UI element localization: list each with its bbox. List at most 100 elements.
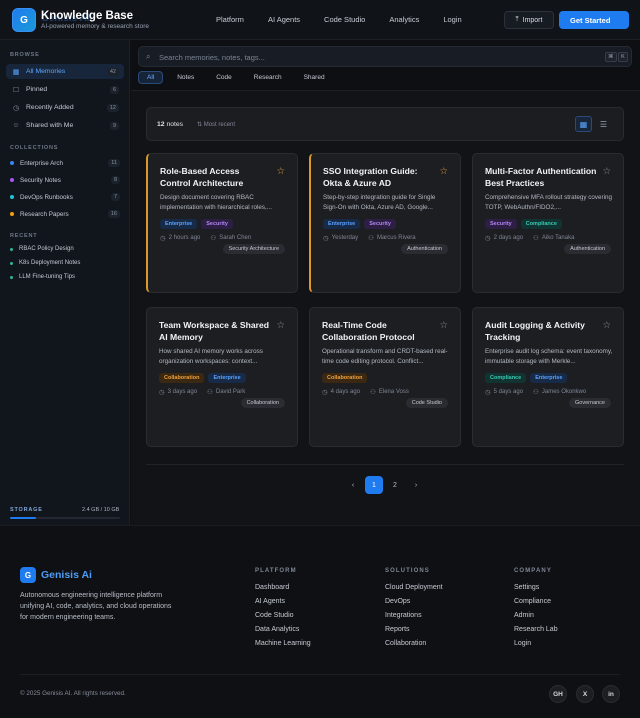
star-icon[interactable]: ☆ bbox=[439, 166, 448, 177]
star-icon[interactable]: ☆ bbox=[602, 320, 611, 331]
footer-link[interactable]: Reports bbox=[385, 626, 443, 633]
count-badge: 6 bbox=[109, 85, 119, 94]
collection-research-papers[interactable]: Research Papers 16 bbox=[10, 208, 122, 220]
collection-label: DevOps Runbooks bbox=[20, 193, 73, 201]
collection-devops-runbooks[interactable]: DevOps Runbooks 7 bbox=[10, 191, 122, 203]
star-icon[interactable]: ☆ bbox=[439, 320, 448, 331]
recent-item[interactable]: RBAC Policy Design bbox=[10, 246, 74, 252]
card-author: Sarah Chen bbox=[219, 235, 252, 241]
filter-chip-notes[interactable]: Notes bbox=[169, 71, 202, 84]
footer-link[interactable]: Research Lab bbox=[514, 626, 558, 633]
sidebar-item-pinned[interactable]: ☐ Pinned 6 bbox=[6, 82, 124, 97]
category-badge: Governance bbox=[569, 398, 611, 408]
note-card[interactable]: SSO Integration Guide: Okta & Azure AD ☆ S… bbox=[309, 153, 461, 293]
note-card[interactable]: Real-Time Code Collaboration Protocol ☆ Op… bbox=[309, 307, 461, 447]
card-meta: ◷ 2 days ago ⚇ Aiko Tanaka bbox=[485, 234, 574, 242]
x-icon[interactable]: X bbox=[576, 685, 594, 703]
filter-chip-shared[interactable]: Shared bbox=[296, 71, 333, 84]
sort-label: Most recent bbox=[203, 122, 236, 128]
category-badge: Authentication bbox=[564, 244, 611, 254]
footer-link[interactable]: AI Agents bbox=[255, 598, 311, 605]
footer-link[interactable]: Integrations bbox=[385, 612, 443, 619]
footer-link[interactable]: DevOps bbox=[385, 598, 443, 605]
footer-column-platform: PLATFORM Dashboard AI Agents Code Studio… bbox=[255, 568, 311, 654]
storage-label: STORAGE bbox=[10, 507, 43, 513]
card-title: SSO Integration Guide: Okta & Azure AD bbox=[323, 166, 418, 188]
sidebar-item-recently-added[interactable]: ◷ Recently Added 12 bbox=[6, 100, 124, 115]
count-badge: 11 bbox=[108, 158, 120, 167]
recent-item[interactable]: LLM Fine-tuning Tips bbox=[10, 274, 75, 280]
star-icon[interactable]: ☆ bbox=[276, 320, 285, 331]
recent-section-title: RECENT bbox=[10, 233, 38, 239]
footer-link[interactable]: Admin bbox=[514, 612, 558, 619]
card-meta: ◷ 2 hours ago ⚇ Sarah Chen bbox=[160, 234, 251, 242]
tag-badge: Enterprise bbox=[208, 373, 246, 383]
footer-link[interactable]: Code Studio bbox=[255, 612, 311, 619]
recent-item[interactable]: K8s Deployment Notes bbox=[10, 260, 80, 266]
footer-column-title: PLATFORM bbox=[255, 568, 297, 574]
github-icon[interactable]: GH bbox=[549, 685, 567, 703]
star-icon[interactable]: ☆ bbox=[602, 166, 611, 177]
nav-link-login[interactable]: Login bbox=[443, 15, 461, 24]
shortcut-key-cmd: ⌘ bbox=[605, 52, 617, 62]
nav-link-ai-agents[interactable]: AI Agents bbox=[268, 15, 300, 24]
tag-badge: Compliance bbox=[520, 219, 562, 229]
brand[interactable]: G Genisis AI Knowledge Base AI-powered m… bbox=[12, 8, 149, 32]
grid-icon: ▦ bbox=[12, 68, 20, 76]
filter-chip-research[interactable]: Research bbox=[246, 71, 290, 84]
filter-chip-all[interactable]: All bbox=[138, 71, 164, 84]
card-title: Role-Based Access Control Architecture bbox=[160, 166, 244, 188]
sort-dropdown[interactable]: ⇅ Most recent bbox=[197, 121, 235, 128]
collection-enterprise-arch[interactable]: Enterprise Arch 11 bbox=[10, 157, 122, 169]
clock-icon: ◷ bbox=[323, 235, 329, 242]
nav-link-analytics[interactable]: Analytics bbox=[389, 15, 419, 24]
footer-link[interactable]: Dashboard bbox=[255, 584, 311, 591]
import-label: Import bbox=[522, 16, 543, 24]
card-time: Yesterday bbox=[331, 235, 359, 241]
note-card[interactable]: Multi-Factor Authentication Best Practic… bbox=[472, 153, 624, 293]
note-card[interactable]: Role-Based Access Control Architecture ☆ D… bbox=[146, 153, 298, 293]
storage-bar-fill bbox=[10, 517, 37, 519]
search-input[interactable] bbox=[159, 50, 539, 64]
card-title: Multi-Factor Authentication Best Practic… bbox=[485, 166, 597, 188]
linkedin-icon[interactable]: in bbox=[602, 685, 620, 703]
footer-link[interactable]: Compliance bbox=[514, 598, 558, 605]
pagination-page-1[interactable]: 1 bbox=[365, 476, 383, 494]
tag-badge: Compliance bbox=[485, 373, 527, 383]
brand-subtitle: AI-powered memory & research store bbox=[41, 23, 150, 30]
footer-link[interactable]: Settings bbox=[514, 584, 558, 591]
collection-security-notes[interactable]: Security Notes 8 bbox=[10, 174, 122, 186]
note-card[interactable]: Team Workspace & Shared AI Memory ☆ How sh… bbox=[146, 307, 298, 447]
nav-link-code-studio[interactable]: Code Studio bbox=[324, 15, 365, 24]
filter-chip-code[interactable]: Code bbox=[208, 71, 240, 84]
nav-link-platform[interactable]: Platform bbox=[216, 15, 244, 24]
footer-link[interactable]: Cloud Deployment bbox=[385, 584, 443, 591]
card-description: Operational transform and CRDT-based rea… bbox=[322, 348, 448, 365]
list-view-icon[interactable]: ☰ bbox=[595, 116, 612, 132]
star-icon[interactable]: ☆ bbox=[276, 166, 285, 177]
grid-view-icon[interactable]: ▦ bbox=[575, 116, 592, 132]
tag-badge: Security bbox=[364, 219, 396, 229]
card-author: James Okonkwo bbox=[541, 389, 587, 395]
footer-link[interactable]: Data Analytics bbox=[255, 626, 311, 633]
pagination-page-2[interactable]: 2 bbox=[386, 476, 404, 494]
sidebar-item-shared-with-me[interactable]: ☺ Shared with Me 9 bbox=[6, 118, 124, 133]
footer-link[interactable]: Collaboration bbox=[385, 640, 443, 647]
pagination-next-button[interactable]: › bbox=[407, 476, 425, 494]
pagination: ‹ 1 2 › bbox=[344, 476, 428, 494]
card-time: 2 hours ago bbox=[168, 235, 201, 241]
footer-column-title: COMPANY bbox=[514, 568, 552, 574]
card-description: How shared AI memory works across organi… bbox=[159, 348, 263, 365]
clock-icon: ◷ bbox=[12, 104, 20, 112]
sidebar-item-all-memories[interactable]: ▦ All Memories 42 bbox=[6, 64, 124, 79]
sidebar-item-label: Recently Added bbox=[26, 104, 74, 111]
import-button[interactable]: ⤒ Import bbox=[504, 11, 554, 29]
get-started-button[interactable]: Get Started bbox=[559, 11, 629, 29]
pagination-prev-button[interactable]: ‹ bbox=[344, 476, 362, 494]
note-card[interactable]: Audit Logging & Activity Tracking ☆ Enterp… bbox=[472, 307, 624, 447]
footer-brand[interactable]: G Genisis Ai bbox=[20, 567, 92, 583]
footer-link[interactable]: Machine Learning bbox=[255, 640, 311, 647]
footer-link[interactable]: Login bbox=[514, 640, 558, 647]
filter-chips: All Notes Code Research Shared bbox=[138, 71, 339, 84]
category-badge: Code Studio bbox=[405, 398, 448, 408]
